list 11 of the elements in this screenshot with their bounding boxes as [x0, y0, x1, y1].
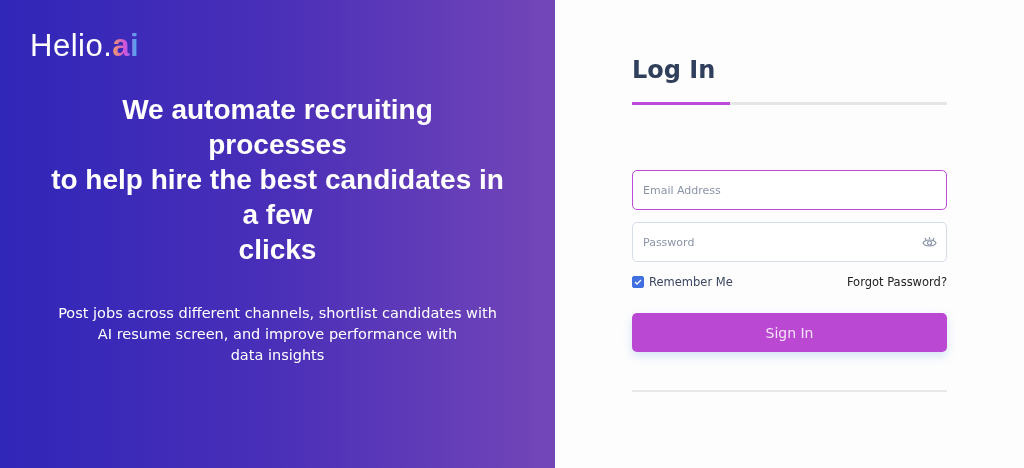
logo: Helio.ai: [30, 28, 141, 64]
remember-label: Remember Me: [649, 275, 733, 289]
email-field[interactable]: Email Address: [632, 170, 947, 210]
remember-checkbox[interactable]: [632, 276, 644, 288]
sign-in-button[interactable]: Sign In: [632, 313, 947, 352]
forgot-password-link[interactable]: Forgot Password?: [846, 275, 947, 289]
eye-icon[interactable]: [922, 236, 937, 248]
description: Post jobs across different channels, shortlist candidates with AI resume screen, and improve performance with data insights: [57, 304, 498, 365]
headline: We automate recruiting processes to help hire the best candidates in a few clicks: [50, 93, 505, 267]
password-field[interactable]: Password: [632, 222, 947, 262]
login-title: Log In: [632, 56, 717, 84]
